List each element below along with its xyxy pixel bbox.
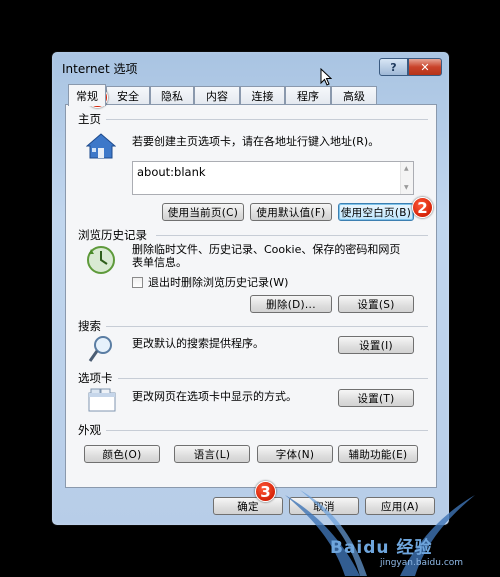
languages-button[interactable]: 语言(L) (174, 445, 250, 463)
tabs-window-icon (88, 388, 116, 412)
scroll-up-icon[interactable]: ▲ (404, 165, 409, 172)
delete-on-exit-checkbox[interactable] (132, 277, 143, 288)
appearance-section-title: 外观 (78, 423, 101, 437)
title-bar[interactable]: Internet 选项 ? ✕ (52, 52, 449, 86)
step-marker-3: 3 (255, 481, 276, 502)
history-section-title: 浏览历史记录 (78, 228, 147, 242)
tab-security[interactable]: 安全 (106, 86, 150, 105)
tab-programs[interactable]: 程序 (285, 86, 331, 105)
use-current-button[interactable]: 使用当前页(C) (162, 203, 244, 221)
home-description: 若要创建主页选项卡，请在各地址行键入地址(R)。 (132, 135, 380, 148)
tab-label: 安全 (117, 90, 139, 103)
tab-content[interactable]: 内容 (194, 86, 240, 105)
divider (106, 326, 428, 327)
tab-label: 高级 (343, 90, 365, 103)
general-panel: 主页 若要创建主页选项卡，请在各地址行键入地址(R)。 about:blank … (65, 104, 437, 488)
divider (106, 119, 428, 120)
tab-label: 常规 (76, 89, 98, 103)
use-blank-button[interactable]: 使用空白页(B) (338, 203, 414, 221)
tab-label: 内容 (206, 90, 228, 103)
use-default-button[interactable]: 使用默认值(F) (250, 203, 332, 221)
tab-label: 程序 (297, 90, 319, 103)
colors-button[interactable]: 颜色(O) (84, 445, 160, 463)
tab-general[interactable]: 常规 (68, 84, 106, 106)
search-section-title: 搜索 (78, 319, 101, 333)
tab-privacy[interactable]: 隐私 (150, 86, 194, 105)
close-icon: ✕ (420, 60, 430, 74)
internet-options-dialog: Internet 选项 ? ✕ 常规 安全 隐私 内容 连接 程序 高级 主页 … (51, 51, 450, 526)
help-button[interactable]: ? (379, 58, 408, 76)
home-page-textarea[interactable]: about:blank ▲ ▼ (132, 161, 414, 195)
search-description: 更改默认的搜索提供程序。 (132, 337, 264, 350)
watermark-text: Baidu 经验 (330, 538, 433, 558)
divider (106, 430, 428, 431)
tab-advanced[interactable]: 高级 (331, 86, 377, 105)
step-marker-2: 2 (412, 197, 433, 218)
search-settings-button[interactable]: 设置(I) (338, 336, 414, 354)
ok-button[interactable]: 确定 (213, 497, 283, 515)
help-label: ? (390, 60, 397, 74)
watermark-url: jingyan.baidu.com (380, 558, 464, 568)
home-section-title: 主页 (78, 112, 101, 126)
home-url-value: about:blank (137, 165, 206, 179)
tabs-description: 更改网页在选项卡中显示的方式。 (132, 390, 297, 403)
fonts-button[interactable]: 字体(N) (257, 445, 333, 463)
scroll-down-icon[interactable]: ▼ (404, 184, 409, 191)
history-clock-icon (87, 246, 115, 274)
delete-history-button[interactable]: 删除(D)... (250, 295, 332, 313)
close-button[interactable]: ✕ (408, 58, 442, 76)
accessibility-button[interactable]: 辅助功能(E) (338, 445, 418, 463)
magnifier-icon (88, 336, 112, 362)
tab-label: 隐私 (161, 90, 183, 103)
house-icon (86, 133, 116, 159)
tab-connections[interactable]: 连接 (240, 86, 285, 105)
history-description-line1: 删除临时文件、历史记录、Cookie、保存的密码和网页 (132, 243, 401, 256)
textarea-scrollbar[interactable]: ▲ ▼ (400, 162, 413, 194)
window-title: Internet 选项 (62, 62, 138, 76)
history-settings-button[interactable]: 设置(S) (338, 295, 414, 313)
tabs-settings-button[interactable]: 设置(T) (338, 389, 414, 407)
tabs-section-title: 选项卡 (78, 371, 113, 385)
delete-on-exit-label: 退出时删除浏览历史记录(W) (148, 276, 289, 289)
divider (156, 235, 428, 236)
history-description-line2: 表单信息。 (132, 256, 187, 269)
mouse-cursor-icon (320, 68, 332, 86)
divider (118, 378, 428, 379)
tab-label: 连接 (251, 90, 274, 103)
